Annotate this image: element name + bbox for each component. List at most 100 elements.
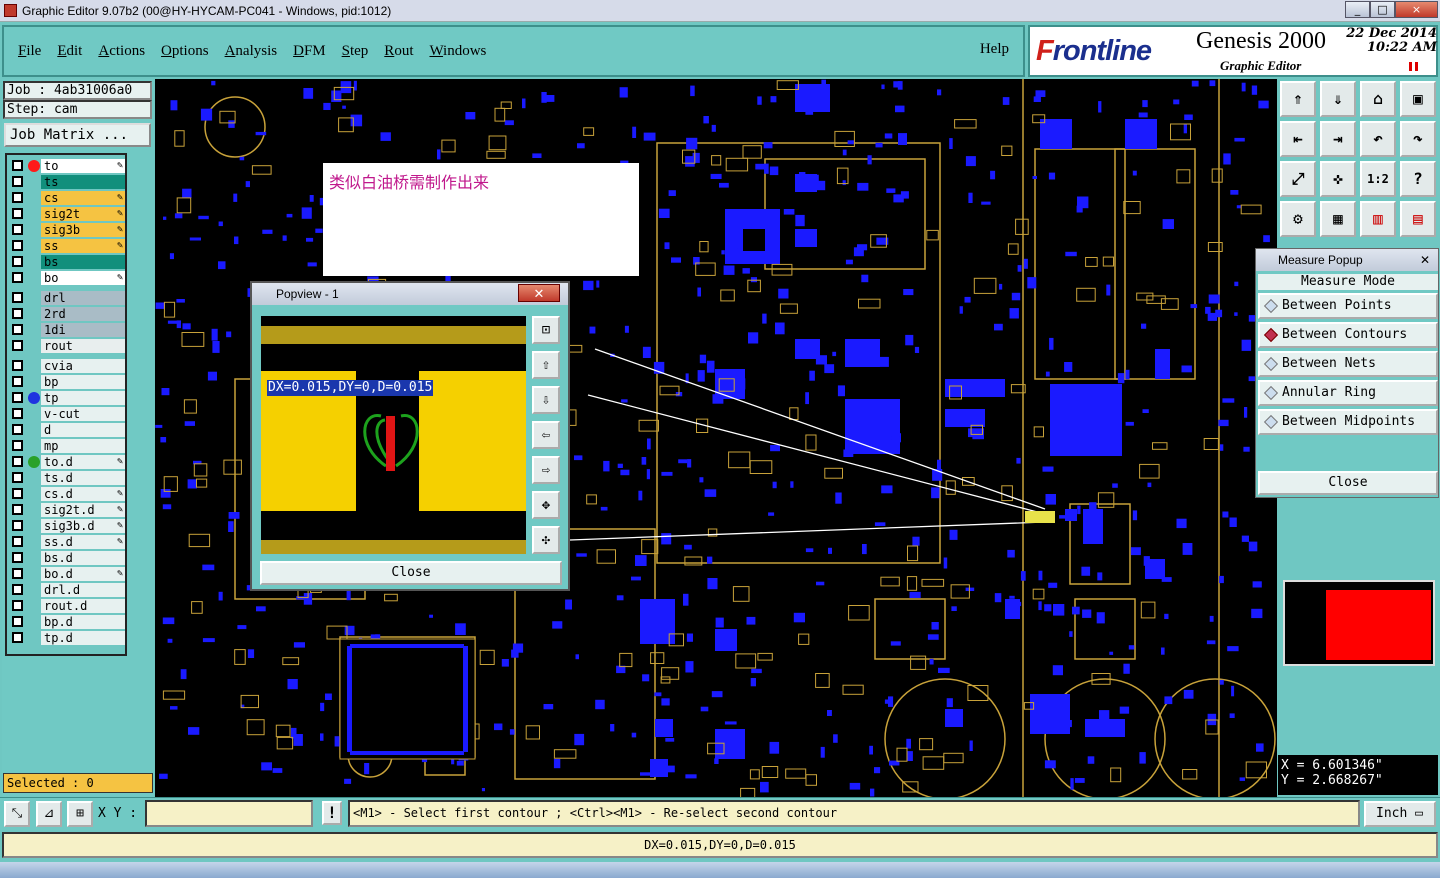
layer-name[interactable]: 1di [41,323,125,337]
layer-checkbox[interactable] [12,340,23,351]
layer-name[interactable]: bp [41,375,125,389]
layer-row[interactable]: sig3b.d ✎ [9,519,125,533]
layer-row[interactable]: rout.d [9,599,125,613]
layer-name[interactable]: tp.d [41,631,125,645]
layer-checkbox[interactable] [12,456,23,467]
layer-row[interactable]: ss ✎ [9,239,125,253]
pan-down-icon[interactable]: ⇩ [532,386,560,414]
layer-checkbox[interactable] [12,600,23,611]
grid-snap-icon[interactable]: ⊞ [67,801,93,827]
maximize-button[interactable]: □ [1370,1,1395,18]
undo-view-icon[interactable]: ↶ [1360,121,1396,157]
layer-row[interactable]: ts [9,175,125,189]
zoom-fit-icon[interactable]: ⤢ [1280,161,1316,197]
layer-checkbox[interactable] [12,176,23,187]
zoom-center-icon[interactable]: ✜ [1320,161,1356,197]
menu-analysis[interactable]: Analysis [225,43,278,60]
layer-checkbox[interactable] [12,360,23,371]
layer-name[interactable]: bs [41,255,125,269]
menu-step[interactable]: Step [342,43,369,60]
layer-name[interactable]: cs.d ✎ [41,487,125,501]
layer-name[interactable]: ts [41,175,125,189]
layer-row[interactable]: 2rd [9,307,125,321]
layer-row[interactable]: bo ✎ [9,271,125,285]
pan-up-icon[interactable]: ⇧ [532,351,560,379]
layer-name[interactable]: bo.d ✎ [41,567,125,581]
layer-row[interactable]: bs.d [9,551,125,565]
zoom-out-icon[interactable]: ✣ [532,526,560,554]
close-icon[interactable]: ✕ [1420,249,1430,271]
layer-name[interactable]: cs ✎ [41,191,125,205]
layer-row[interactable]: drl [9,291,125,305]
pan-left-icon[interactable]: ⇦ [532,421,560,449]
layer-row[interactable]: to ✎ [9,159,125,173]
layer-row[interactable]: to.d ✎ [9,455,125,469]
grid-icon[interactable]: ▦ [1320,201,1356,237]
units-select[interactable]: Inch ▭ [1364,801,1436,827]
layer-row[interactable]: bp [9,375,125,389]
popview-close-x[interactable]: ✕ [518,284,560,302]
job-matrix-button[interactable]: Job Matrix ... [4,123,151,147]
layer-checkbox[interactable] [12,240,23,251]
close-window-button[interactable]: × [1395,1,1438,18]
layer-checkbox[interactable] [12,408,23,419]
layer-row[interactable]: 1di [9,323,125,337]
layer-checkbox[interactable] [12,488,23,499]
scale-1-2-icon[interactable]: 1:2 [1360,161,1396,197]
popview-canvas[interactable]: DX=0.015,DY=0,D=0.015 [261,316,526,554]
layer-checkbox[interactable] [12,376,23,387]
layer-checkbox[interactable] [12,192,23,203]
layer-name[interactable]: sig3b ✎ [41,223,125,237]
layer-row[interactable]: v-cut [9,407,125,421]
layer-name[interactable]: sig2t.d ✎ [41,503,125,517]
layer-checkbox[interactable] [12,552,23,563]
layer-row[interactable]: rout [9,339,125,353]
layer-name[interactable]: to ✎ [41,159,125,173]
layer-name[interactable]: v-cut [41,407,125,421]
overview-map[interactable] [1283,580,1435,666]
measure-icon[interactable]: ⊿ [36,801,62,827]
layer-name[interactable]: mp [41,439,125,453]
layer-row[interactable]: cvia [9,359,125,373]
xy-input[interactable] [145,800,313,827]
layer-row[interactable]: ts.d [9,471,125,485]
layer-checkbox[interactable] [12,208,23,219]
layer-row[interactable]: drl.d [9,583,125,597]
pan-right-icon[interactable]: ⇨ [532,456,560,484]
layer-checkbox[interactable] [12,440,23,451]
layer-checkbox[interactable] [12,632,23,643]
layer-row[interactable]: bo.d ✎ [9,567,125,581]
menu-windows[interactable]: Windows [429,43,486,60]
layer-name[interactable]: rout.d [41,599,125,613]
layer-name[interactable]: to.d ✎ [41,455,125,469]
minimize-button[interactable]: _ [1345,1,1370,18]
layer-name[interactable]: drl [41,291,125,305]
settings-icon[interactable]: ⚙ [1280,201,1316,237]
layer-row[interactable]: sig3b ✎ [9,223,125,237]
layer-name[interactable]: d [41,423,125,437]
layer-name[interactable]: cvia [41,359,125,373]
layer-checkbox[interactable] [12,616,23,627]
house-icon[interactable]: ⌂ [1360,81,1396,117]
measure-close-button[interactable]: Close [1258,471,1438,495]
layer-name[interactable]: tp [41,391,125,405]
mode-between-nets[interactable]: Between Nets [1258,351,1438,377]
layer-row[interactable]: ss.d ✎ [9,535,125,549]
menu-dfm[interactable]: DFM [293,43,326,60]
layer-checkbox[interactable] [12,504,23,515]
mode-between-points[interactable]: Between Points [1258,293,1438,319]
menu-help[interactable]: Help [980,41,1009,58]
pause-icon[interactable] [1409,62,1418,71]
layer-row[interactable]: bs [9,255,125,269]
layer-name[interactable]: sig3b.d ✎ [41,519,125,533]
mode-between-midpoints[interactable]: Between Midpoints [1258,409,1438,435]
snap-icon[interactable]: ⤡ [4,801,30,827]
layer-name[interactable]: ss ✎ [41,239,125,253]
zoom-fit-icon[interactable]: ⊡ [532,316,560,344]
layer-name[interactable]: ts.d [41,471,125,485]
layer-checkbox[interactable] [12,292,23,303]
layer-name[interactable]: sig2t ✎ [41,207,125,221]
layer-row[interactable]: tp [9,391,125,405]
window-icon[interactable]: ▣ [1400,81,1436,117]
layer-name[interactable]: bo ✎ [41,271,125,285]
